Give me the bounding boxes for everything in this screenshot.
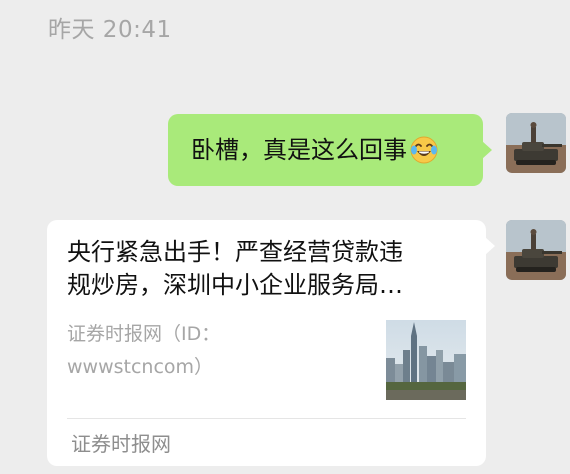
tears-of-joy-emoji-icon	[409, 135, 439, 165]
city-skyline-thumbnail-icon	[386, 320, 466, 400]
link-card-source: 证券时报网	[71, 432, 171, 456]
link-card-description: 证券时报网（ID： wwwstcncom）	[67, 323, 221, 378]
message-text: 卧槽，真是这么回事	[191, 136, 407, 164]
outgoing-text-message[interactable]: 卧槽，真是这么回事	[168, 114, 492, 186]
user-avatar[interactable]	[506, 113, 566, 173]
link-card-title: 央行紧急出手！严查经营贷款违 规炒房，深圳中小企业服务局…	[67, 238, 403, 299]
chat-timestamp: 昨天 20:41	[48, 17, 172, 43]
link-card-message[interactable]: 央行紧急出手！严查经营贷款违 规炒房，深圳中小企业服务局… 证券时报网（ID： …	[47, 220, 495, 466]
card-divider	[67, 418, 466, 419]
user-avatar[interactable]	[506, 220, 566, 280]
